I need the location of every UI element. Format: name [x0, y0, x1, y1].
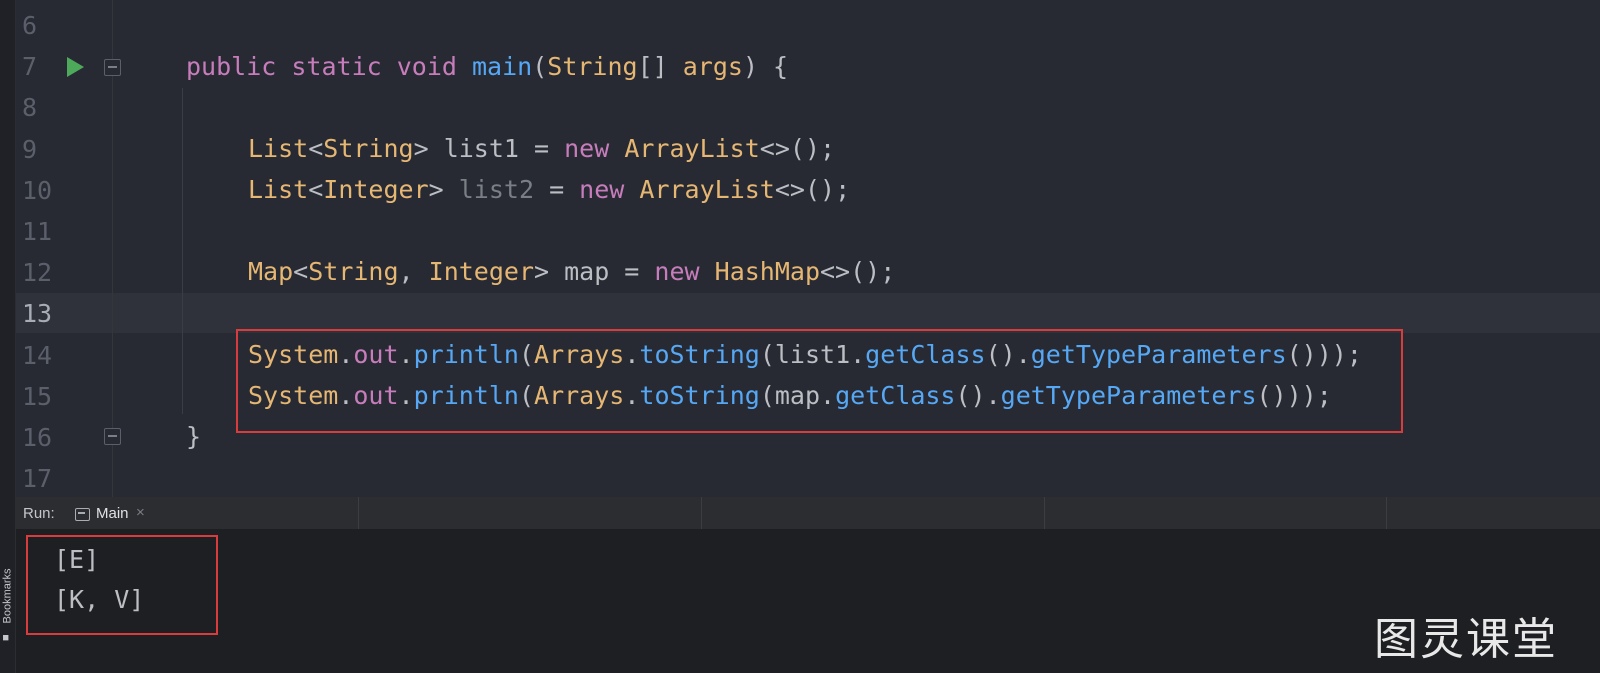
toolbar-separator	[1386, 497, 1387, 529]
code-token: ) {	[742, 52, 789, 81]
code-token: > map =	[534, 257, 655, 286]
code-editor[interactable]: 6 7 8 9 10 11 12 13 14 15 16 17 public static void …	[0, 0, 1600, 506]
code-highlight-box	[236, 329, 1403, 433]
bookmarks-label[interactable]: Bookmarks	[2, 568, 14, 623]
toolbar-separator	[701, 497, 702, 529]
code-token: HashMap	[714, 257, 820, 286]
code-token: <	[308, 175, 324, 204]
code-token: static	[291, 52, 397, 81]
code-token: >	[428, 175, 459, 204]
indent-guide	[182, 88, 183, 414]
line-number: 10	[22, 175, 53, 205]
code-token: []	[637, 52, 683, 81]
code-token: }	[186, 422, 202, 451]
line-number: 14	[22, 340, 53, 370]
code-line-16: }	[186, 416, 201, 458]
run-main-icon[interactable]	[67, 57, 84, 77]
code-token: Integer	[428, 257, 534, 286]
code-token: <	[308, 134, 324, 163]
code-token: main	[471, 52, 533, 81]
line-number: 11	[22, 217, 53, 246]
code-token: ,	[398, 257, 429, 286]
watermark-logo: 图灵课堂	[1374, 614, 1558, 665]
toolbar-separator	[358, 497, 359, 529]
code-token: String	[308, 257, 399, 286]
run-label: Run:	[23, 505, 55, 522]
current-line-highlight	[16, 293, 1600, 333]
code-token: new	[564, 134, 625, 163]
fold-close-icon[interactable]	[104, 428, 121, 445]
fold-open-icon[interactable]	[104, 59, 121, 76]
code-token: public	[186, 52, 292, 81]
line-number: 12	[22, 258, 53, 288]
code-token: <>();	[774, 175, 851, 204]
code-token: new	[579, 175, 640, 204]
code-token: Map	[248, 257, 294, 286]
code-token: List	[248, 134, 309, 163]
code-token: ArrayList	[639, 175, 775, 204]
close-icon[interactable]: ×	[136, 504, 145, 521]
line-number: 6	[22, 11, 38, 40]
code-token: <>();	[820, 257, 896, 286]
line-number: 13	[22, 299, 53, 329]
line-number: 9	[22, 134, 38, 164]
code-token: =	[534, 175, 580, 204]
line-number: 8	[22, 93, 38, 123]
toolbar-separator	[1044, 497, 1045, 529]
run-tab-main[interactable]: Main ×	[62, 501, 158, 532]
code-token: void	[396, 52, 472, 81]
code-line-9: List<String> list1 = new ArrayList<>();	[248, 128, 835, 170]
code-token: <>();	[759, 134, 836, 163]
code-line-7: public static void main(String[] args) {	[186, 46, 788, 88]
run-tab-label: Main	[96, 505, 129, 522]
code-token: Integer	[323, 175, 429, 204]
code-token: <	[293, 257, 309, 286]
line-number: 17	[22, 464, 53, 494]
code-line-12: Map<String, Integer> map = new HashMap<>…	[248, 251, 895, 293]
code-line-10: List<Integer> list2 = new ArrayList<>();	[248, 169, 850, 211]
line-number: 7	[22, 52, 38, 82]
run-toolbar	[16, 497, 1600, 529]
code-token: ArrayList	[624, 134, 760, 163]
code-token: > list1 =	[413, 134, 565, 163]
line-number: 15	[22, 381, 53, 411]
console-output[interactable]: [E] [K, V]	[16, 529, 1600, 673]
code-token: args	[682, 52, 743, 81]
code-token: (	[532, 52, 548, 81]
line-number: 16	[22, 423, 53, 452]
bookmarks-strip[interactable]: Bookmarks ■	[0, 0, 16, 673]
code-token: new	[654, 257, 715, 286]
code-token: String	[323, 134, 414, 163]
code-token: List	[248, 175, 309, 204]
console-icon	[75, 508, 90, 521]
code-token: String	[547, 52, 638, 81]
code-token: list2	[458, 175, 535, 204]
output-highlight-box	[26, 535, 218, 635]
bookmark-icon[interactable]: ■	[3, 633, 8, 643]
